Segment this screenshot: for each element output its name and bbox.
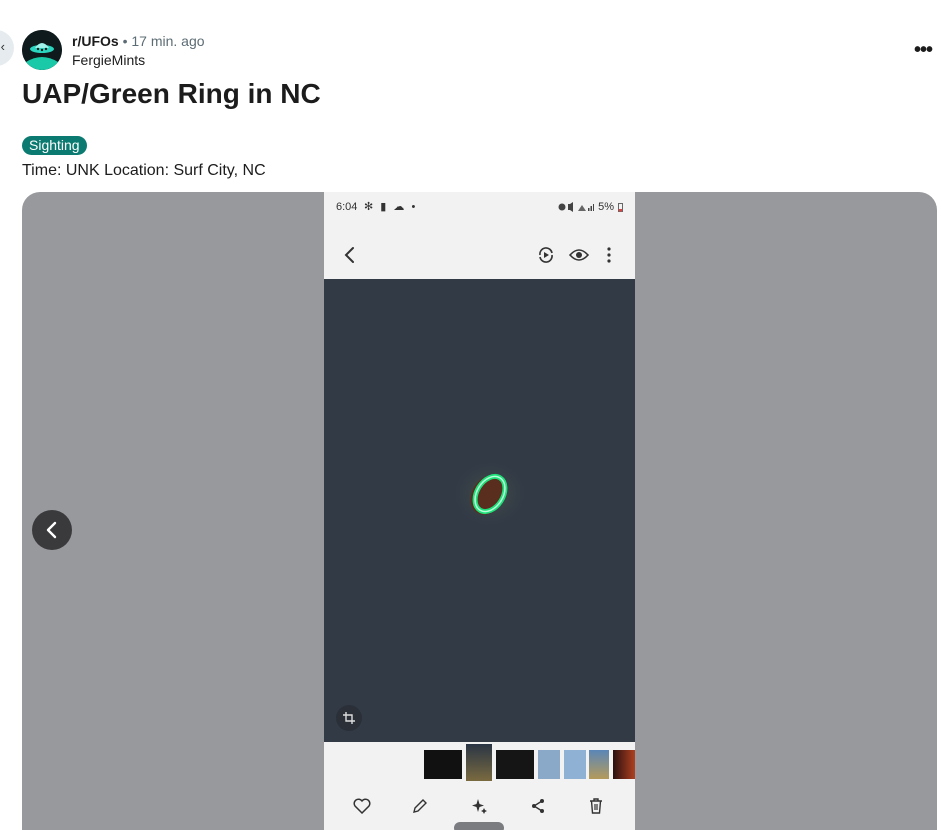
subreddit-avatar[interactable] <box>22 30 62 70</box>
edit-action <box>408 794 432 818</box>
arrow-back-icon <box>344 247 354 263</box>
chevron-left-icon: ‹ <box>0 39 5 54</box>
thumbnail <box>564 750 586 779</box>
delete-action <box>584 794 608 818</box>
status-left-icons: ✻ ▮ ☁ • <box>364 201 418 213</box>
previous-image-button[interactable] <box>32 510 72 550</box>
media-gallery[interactable]: 6:04 ✻ ▮ ☁ • 5% <box>22 192 937 830</box>
battery-icon <box>618 202 623 212</box>
more-vertical-icon <box>607 247 611 263</box>
crop-button <box>336 705 362 731</box>
status-signal-icons <box>558 202 595 212</box>
ai-edit-action <box>467 794 491 818</box>
chevron-left-icon <box>46 521 57 539</box>
favorite-action <box>350 794 374 818</box>
thumbnail <box>424 750 462 779</box>
post-title: UAP/Green Ring in NC <box>22 78 321 109</box>
thumbnail-strip <box>324 742 635 787</box>
thumbnail <box>496 750 534 779</box>
thumbnail <box>538 750 560 779</box>
gesture-pill <box>454 822 504 830</box>
phone-app-bar <box>324 234 635 278</box>
more-horizontal-icon: ••• <box>913 38 933 61</box>
subreddit-link[interactable]: r/UFOs <box>72 33 119 49</box>
sparkle-icon <box>472 799 487 814</box>
author-link[interactable]: FergieMints <box>72 51 205 70</box>
thumbnail <box>466 744 492 781</box>
share-icon <box>532 799 544 813</box>
phone-action-bar <box>324 792 635 822</box>
ufo-logo-icon <box>22 30 62 70</box>
eye-icon <box>569 249 589 261</box>
heart-icon <box>353 798 371 814</box>
status-time: 6:04 <box>336 201 358 213</box>
meta-separator: • <box>122 33 128 49</box>
motion-photo-icon <box>539 247 553 263</box>
status-right-group: 5% <box>558 201 623 213</box>
thumbnail <box>589 750 609 779</box>
back-nav-button[interactable]: ‹ <box>0 30 14 66</box>
share-action <box>526 794 550 818</box>
post-header: r/UFOs • 17 min. ago FergieMints ••• <box>22 30 933 72</box>
phone-status-bar: 6:04 ✻ ▮ ☁ • 5% <box>324 192 635 222</box>
gallery-image: 6:04 ✻ ▮ ☁ • 5% <box>324 192 635 830</box>
flair-badge[interactable]: Sighting <box>22 136 87 155</box>
post-time: 17 min. ago <box>131 33 205 49</box>
post-meta: r/UFOs • 17 min. ago FergieMints <box>72 32 205 70</box>
trash-icon <box>590 798 602 814</box>
green-ring-object <box>450 458 530 530</box>
more-options-button[interactable]: ••• <box>911 38 935 62</box>
battery-percent: 5% <box>598 201 614 213</box>
pencil-icon <box>413 799 427 813</box>
thumbnail <box>613 750 635 779</box>
crop-icon <box>343 712 355 724</box>
post-body-text: Time: UNK Location: Surf City, NC <box>22 162 266 179</box>
night-sky-photo <box>324 279 635 742</box>
